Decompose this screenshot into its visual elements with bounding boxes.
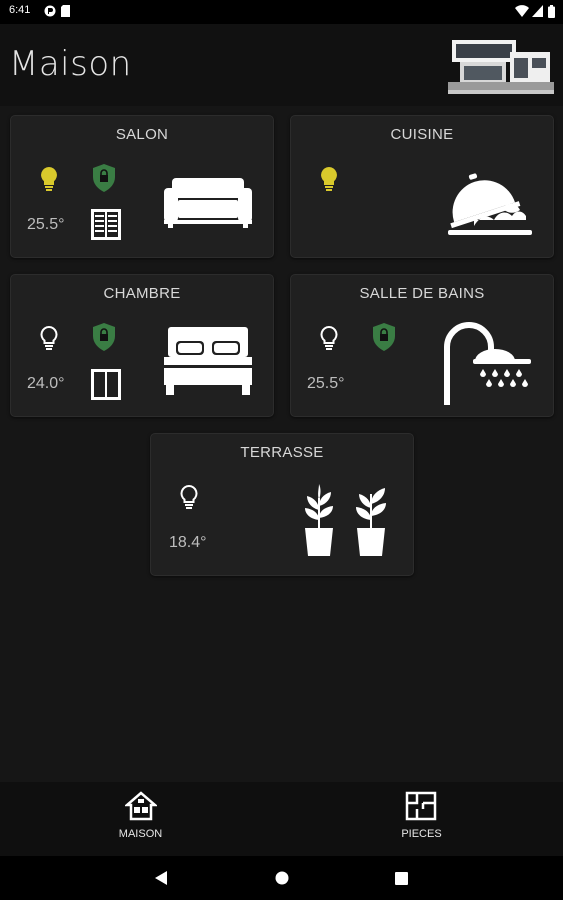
wifi-icon bbox=[515, 5, 529, 17]
page-title: Maison bbox=[9, 44, 132, 84]
room-card-salon[interactable]: SALON 25.5° bbox=[10, 115, 274, 258]
room-card-cuisine[interactable]: CUISINE bbox=[290, 115, 554, 258]
lock-shield-icon[interactable] bbox=[371, 322, 397, 352]
battery-icon bbox=[548, 5, 555, 18]
home-button-icon[interactable] bbox=[275, 871, 289, 885]
light-bulb-off-icon[interactable] bbox=[179, 484, 199, 510]
nav-pieces[interactable]: PIECES bbox=[281, 782, 562, 856]
bed-icon bbox=[164, 327, 252, 395]
room-card-salle-de-bains[interactable]: SALLE DE BAINS 25.5° bbox=[290, 274, 554, 417]
room-name: TERRASSE bbox=[240, 444, 324, 461]
room-name: CUISINE bbox=[390, 126, 454, 143]
window-icon[interactable] bbox=[91, 369, 121, 400]
shutter-icon[interactable] bbox=[91, 209, 121, 240]
status-bar: 6:41 bbox=[0, 0, 563, 24]
temperature: 25.5° bbox=[27, 216, 65, 233]
house-icon bbox=[125, 791, 157, 821]
lock-shield-icon[interactable] bbox=[91, 163, 117, 193]
house-logo bbox=[448, 40, 554, 94]
signal-icon bbox=[532, 5, 543, 17]
lock-shield-icon[interactable] bbox=[91, 322, 117, 352]
potted-plants-icon bbox=[305, 484, 386, 556]
sofa-icon bbox=[164, 178, 252, 228]
light-bulb-on-icon[interactable] bbox=[39, 166, 59, 192]
temperature: 25.5° bbox=[307, 375, 345, 392]
room-card-terrasse[interactable]: TERRASSE 18.4° bbox=[150, 433, 414, 576]
room-name: SALLE DE BAINS bbox=[359, 285, 485, 302]
status-time: 6:41 bbox=[9, 4, 31, 16]
light-bulb-off-icon[interactable] bbox=[319, 325, 339, 351]
system-navigation-bar bbox=[0, 856, 563, 900]
recent-apps-icon[interactable] bbox=[395, 872, 408, 885]
sd-card-icon bbox=[61, 5, 70, 17]
cloche-food-icon bbox=[448, 173, 532, 235]
notification-icon bbox=[44, 5, 56, 17]
light-bulb-on-icon[interactable] bbox=[319, 166, 339, 192]
room-name: SALON bbox=[115, 126, 169, 143]
room-card-chambre[interactable]: CHAMBRE 24.0° bbox=[10, 274, 274, 417]
nav-label: PIECES bbox=[401, 828, 442, 840]
app-bar: Maison bbox=[0, 24, 563, 106]
shower-icon bbox=[444, 322, 531, 405]
floor-plan-icon bbox=[405, 791, 437, 821]
room-name: CHAMBRE bbox=[103, 285, 181, 302]
bottom-navigation: MAISON PIECES bbox=[0, 782, 563, 856]
nav-label: MAISON bbox=[118, 828, 163, 840]
temperature: 18.4° bbox=[169, 534, 207, 551]
back-icon[interactable] bbox=[155, 871, 167, 885]
light-bulb-off-icon[interactable] bbox=[39, 325, 59, 351]
temperature: 24.0° bbox=[27, 375, 65, 392]
nav-maison[interactable]: MAISON bbox=[0, 782, 281, 856]
